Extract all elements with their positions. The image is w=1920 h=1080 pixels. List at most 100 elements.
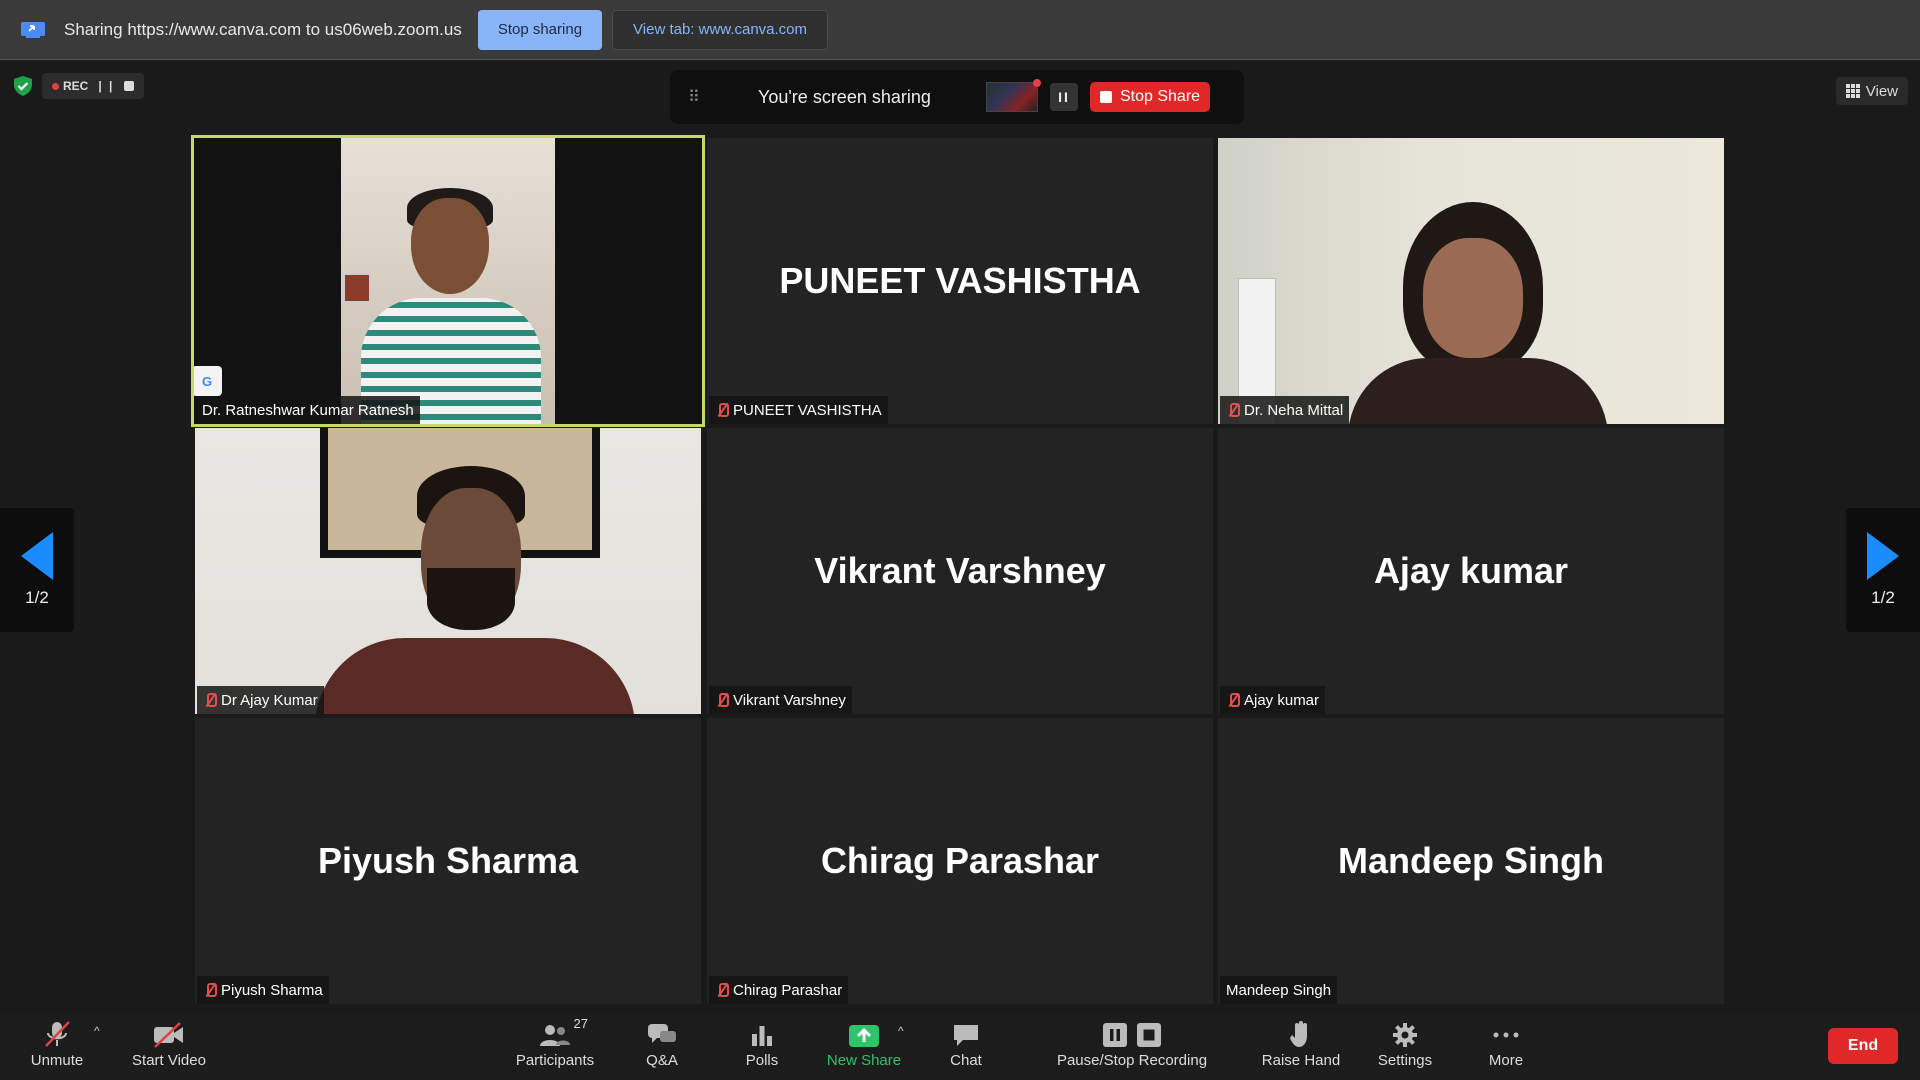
grid-view-icon [1845,84,1860,98]
share-options-caret-icon[interactable]: ^ [898,1024,904,1038]
video-tile[interactable]: PUNEET VASHISTHA PUNEET VASHISTHA [707,138,1213,424]
stop-icon [1137,1023,1161,1047]
video-tile[interactable]: Dr Ajay Kumar [195,428,701,714]
participant-video [1218,138,1724,424]
participant-video [195,428,701,714]
raise-hand-label: Raise Hand [1261,1052,1341,1069]
participant-name-tag: Dr. Ratneshwar Kumar Ratnesh [196,396,420,424]
video-tile[interactable]: Dr. Neha Mittal [1218,138,1724,424]
video-tile[interactable]: Mandeep Singh Mandeep Singh [1218,718,1724,1004]
mic-muted-icon [203,692,217,708]
pause-share-button[interactable]: II [1050,83,1078,111]
gear-icon [1393,1023,1417,1047]
participant-display-name: Chirag Parashar [820,840,1100,881]
settings-button[interactable]: Settings [1374,1020,1436,1069]
mic-muted-icon [715,402,729,418]
settings-label: Settings [1377,1052,1433,1069]
polls-button[interactable]: Polls [738,1020,786,1069]
raise-hand-icon [1290,1021,1307,1047]
drag-handle-icon[interactable]: ⠿ [688,87,738,107]
participant-name-tag: Mandeep Singh [1220,976,1338,1004]
meeting-toolbar: Unmute ^ Start Video 27 Participants Q&A… [0,1014,1920,1080]
new-share-button[interactable]: New Share [826,1020,902,1069]
pause-stop-recording-button[interactable]: Pause/Stop Recording [1054,1020,1210,1069]
mic-muted-icon [203,982,217,998]
chat-label: Chat [950,1052,982,1069]
polls-label: Polls [745,1052,779,1069]
pause-recording-icon[interactable]: | | [98,79,114,93]
start-video-label: Start Video [132,1052,206,1069]
qa-icon [648,1024,676,1043]
raise-hand-button[interactable]: Raise Hand [1260,1020,1342,1069]
mic-muted-icon [715,982,729,998]
screen-share-icon [21,21,45,38]
participant-name-tag: Dr. Neha Mittal [1220,396,1350,424]
participant-display-name: Vikrant Varshney [814,550,1106,591]
qa-button[interactable]: Q&A [640,1020,684,1069]
polls-icon [752,1026,772,1046]
participant-name-tag: Dr Ajay Kumar [197,686,324,714]
next-page-button[interactable]: 1/2 [1846,508,1920,632]
page-indicator: 1/2 [1871,588,1895,607]
arrow-left-icon [21,532,53,580]
mic-muted-icon [45,1021,70,1047]
shared-screen-thumbnail[interactable] [986,79,1041,112]
mic-muted-icon [715,692,729,708]
video-tile[interactable]: Chirag Parashar Chirag Parashar [707,718,1213,1004]
participant-display-name: Mandeep Singh [1337,840,1604,881]
unmute-button[interactable]: Unmute [26,1020,88,1069]
page-indicator: 1/2 [25,588,49,607]
rec-label: REC [52,79,88,93]
more-icon [1493,1032,1519,1038]
recording-indicator[interactable]: REC | | [42,73,145,99]
view-tab-button[interactable]: View tab: www.canva.com [612,9,829,50]
participant-display-name: Piyush Sharma [317,840,579,881]
stop-share-button[interactable]: Stop Share [1090,82,1211,112]
unmute-label: Unmute [30,1052,84,1069]
chat-icon [954,1025,978,1046]
translate-icon[interactable]: G [194,366,222,396]
participant-video [341,138,555,424]
screen-sharing-controls: ⠿ You're screen sharing II Stop Share [670,70,1244,124]
participant-name-tag: Vikrant Varshney [709,686,852,714]
new-share-label: New Share [826,1052,902,1069]
video-tile[interactable]: Vikrant Varshney Vikrant Varshney [707,428,1213,714]
previous-page-button[interactable]: 1/2 [0,508,74,632]
pause-icon [1103,1023,1127,1047]
sharing-status-text: Sharing https://www.canva.com to us06web… [64,19,462,39]
screen-sharing-label: You're screen sharing [758,86,931,107]
meeting-status: REC | | [12,73,145,99]
qa-label: Q&A [646,1052,678,1069]
mic-muted-icon [1226,692,1240,708]
end-meeting-button[interactable]: End [1828,1028,1898,1064]
video-tile[interactable]: Ajay kumar Ajay kumar [1218,428,1724,714]
participant-name-tag: Chirag Parashar [709,976,849,1004]
arrow-right-icon [1867,532,1899,580]
stop-recording-icon[interactable] [124,81,135,91]
meeting-area: REC | | ⠿ You're screen sharing II Stop … [0,61,1920,1014]
view-button[interactable]: View [1835,77,1908,105]
video-tile[interactable]: Piyush Sharma Piyush Sharma [195,718,701,1004]
participants-label: Participants [515,1052,595,1069]
stop-icon [1100,91,1112,103]
more-label: More [1488,1052,1524,1069]
participant-display-name: PUNEET VASHISTHA [779,260,1141,301]
screen-share-notification-bar: Sharing https://www.canva.com to us06web… [0,0,1920,60]
pause-stop-recording-label: Pause/Stop Recording [1056,1052,1208,1069]
share-screen-icon [849,1025,879,1047]
stop-sharing-button[interactable]: Stop sharing [477,9,603,50]
mic-muted-icon [1226,402,1240,418]
recording-dot-icon [52,83,59,90]
start-video-button[interactable]: Start Video [128,1020,210,1069]
participants-button[interactable]: 27 Participants [512,1016,598,1069]
participant-name-tag: Piyush Sharma [197,976,329,1004]
video-tile[interactable]: G Dr. Ratneshwar Kumar Ratnesh [191,135,705,427]
more-button[interactable]: More [1484,1020,1528,1069]
video-off-icon [154,1022,183,1048]
participant-name-tag: Ajay kumar [1220,686,1326,714]
audio-options-caret-icon[interactable]: ^ [94,1024,100,1038]
view-label: View [1865,82,1898,100]
encryption-shield-icon[interactable] [12,75,34,97]
chat-button[interactable]: Chat [948,1020,984,1069]
stop-share-label: Stop Share [1120,88,1201,105]
